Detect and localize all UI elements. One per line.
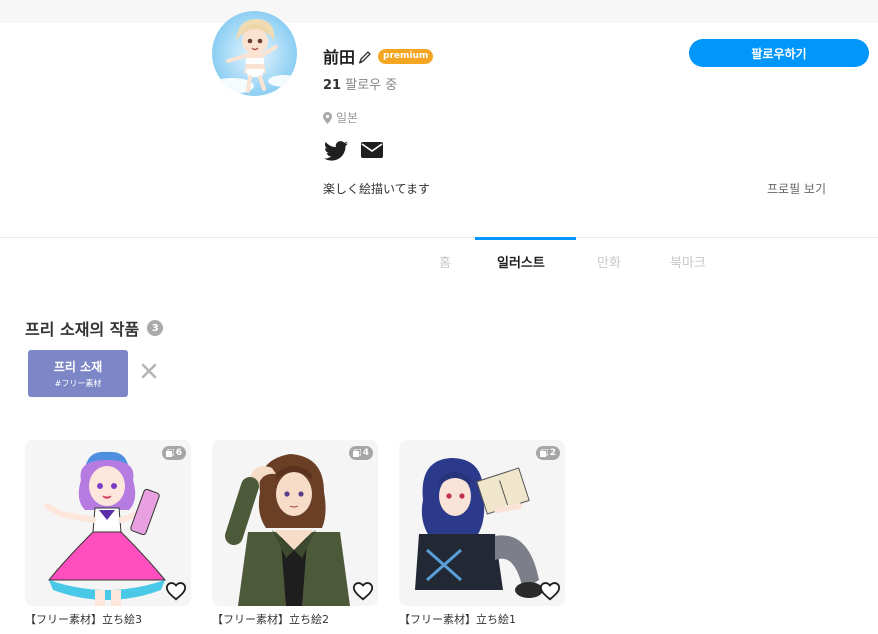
pages-icon [539, 449, 548, 457]
premium-badge: premium [378, 48, 434, 64]
work-card[interactable]: 4 [212, 440, 378, 606]
work-title[interactable]: 【フリー素材】立ち絵2 [212, 611, 329, 627]
page-count: 2 [549, 448, 556, 458]
avatar[interactable] [212, 11, 297, 96]
section-title: 프리 소재의 작품 [25, 320, 140, 339]
profile-tabs: 홈 일러스트 만화 북마크 [0, 237, 878, 287]
social-links [324, 141, 383, 165]
pen-icon [358, 49, 372, 64]
following-label: 팔로우 중 [345, 78, 398, 93]
tag-filter-chip[interactable]: 프리 소재 #フリー素材 [28, 350, 128, 397]
tab-home[interactable]: 홈 [439, 252, 451, 271]
page-count-badge: 2 [535, 446, 560, 460]
profile-bio: 楽しく絵描いてます [323, 182, 431, 196]
page-count: 6 [175, 448, 182, 458]
profile-name: 前田 [323, 48, 356, 67]
page-count-badge: 6 [161, 446, 186, 460]
work-card[interactable]: 2 [399, 440, 565, 606]
view-profile-link[interactable]: 프로필 보기 [767, 180, 826, 197]
twitter-icon[interactable] [324, 141, 348, 165]
heart-icon[interactable] [539, 580, 561, 602]
heart-icon[interactable] [352, 580, 374, 602]
clear-filter-close-icon[interactable] [140, 362, 158, 380]
work-title[interactable]: 【フリー素材】立ち絵3 [25, 611, 142, 627]
section-header: 프리 소재의 작품 3 [25, 316, 164, 340]
work-title[interactable]: 【フリー素材】立ち絵1 [399, 611, 516, 627]
heart-icon[interactable] [165, 580, 187, 602]
location-text: 일본 [336, 111, 359, 125]
tag-filter-label: 프리 소재 [53, 360, 103, 374]
location-pin-icon [323, 111, 332, 124]
location: 일본 [323, 109, 358, 126]
tab-bookmarks[interactable]: 북마크 [670, 252, 706, 271]
following-count: 21 [323, 78, 342, 93]
work-card[interactable]: 6 [25, 440, 191, 606]
profile-name-row: 前田 premium [323, 44, 434, 68]
following-info[interactable]: 21 팔로우 중 [323, 74, 397, 93]
active-tab-indicator [475, 237, 576, 240]
page-count: 4 [362, 448, 369, 458]
page-count-badge: 4 [348, 446, 373, 460]
tag-filter-sub: #フリー素材 [54, 379, 102, 388]
follow-button[interactable]: 팔로우하기 [689, 39, 869, 67]
pages-icon [352, 449, 361, 457]
tab-illustrations[interactable]: 일러스트 [497, 252, 545, 271]
pages-icon [165, 449, 174, 457]
section-count-badge: 3 [147, 320, 164, 336]
tab-manga[interactable]: 만화 [597, 252, 621, 271]
mail-icon[interactable] [361, 141, 383, 165]
top-bar [0, 0, 878, 23]
